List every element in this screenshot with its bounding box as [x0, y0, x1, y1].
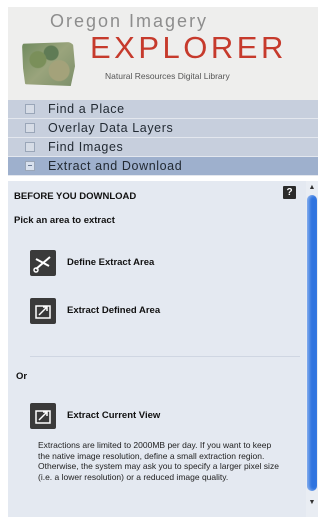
- nav-item-label: Overlay Data Layers: [48, 121, 174, 135]
- logo-title-main: EXPLORER: [90, 30, 287, 65]
- collapse-box-icon: [25, 161, 35, 171]
- nav-item-overlay-data-layers[interactable]: Overlay Data Layers: [8, 119, 318, 138]
- scroll-thumb[interactable]: [307, 195, 317, 491]
- pick-area-label: Pick an area to extract: [14, 215, 115, 226]
- logo-subtitle: Natural Resources Digital Library: [105, 71, 230, 81]
- scroll-down-icon[interactable]: ▼: [308, 499, 316, 507]
- scissors-icon: [30, 250, 56, 276]
- app-panel: Oregon Imagery EXPLORER Natural Resource…: [8, 7, 318, 517]
- section-title: BEFORE YOU DOWNLOAD: [14, 191, 137, 202]
- extract-icon: [30, 298, 56, 324]
- expand-box-icon: [25, 123, 35, 133]
- nav-menu: Find a Place Overlay Data Layers Find Im…: [8, 100, 318, 176]
- header-banner: Oregon Imagery EXPLORER Natural Resource…: [8, 7, 318, 100]
- extract-panel: BEFORE YOU DOWNLOAD ? Pick an area to ex…: [8, 181, 306, 517]
- logo-title-top: Oregon Imagery: [50, 11, 209, 31]
- section-divider: [30, 356, 300, 357]
- expand-box-icon: [25, 142, 35, 152]
- nav-item-label: Find a Place: [48, 102, 125, 116]
- oregon-map-logo: [22, 42, 75, 86]
- or-label: Or: [16, 371, 28, 382]
- nav-item-label: Extract and Download: [48, 159, 183, 173]
- action-label: Extract Defined Area: [67, 305, 161, 316]
- nav-item-find-a-place[interactable]: Find a Place: [8, 100, 318, 119]
- nav-item-find-images[interactable]: Find Images: [8, 138, 318, 157]
- nav-item-label: Find Images: [48, 140, 124, 154]
- expand-box-icon: [25, 104, 35, 114]
- action-label: Define Extract Area: [67, 257, 155, 268]
- vertical-scrollbar[interactable]: ▲ ▼: [306, 181, 318, 517]
- action-label: Extract Current View: [67, 410, 161, 421]
- extraction-limit-note: Extractions are limited to 2000MB per da…: [38, 440, 279, 482]
- extract-icon: [30, 403, 56, 429]
- nav-item-extract-and-download[interactable]: Extract and Download: [8, 157, 318, 176]
- help-icon[interactable]: ?: [283, 186, 296, 199]
- scroll-up-icon[interactable]: ▲: [308, 184, 316, 192]
